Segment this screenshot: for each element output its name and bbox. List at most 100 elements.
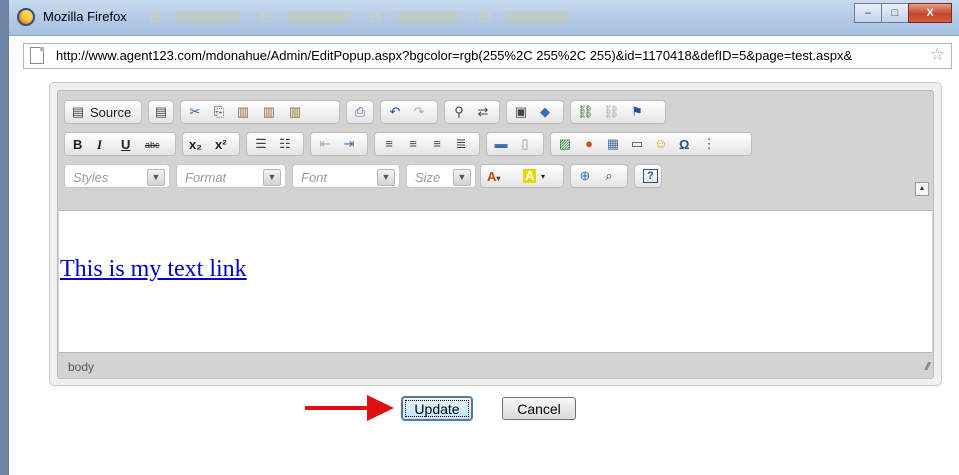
page-break-icon[interactable]: ▯	[517, 136, 533, 152]
text-color-button[interactable]: A▾	[487, 169, 500, 184]
undo-icon[interactable]: ↶	[387, 104, 403, 120]
copy-icon[interactable]: ⎘	[211, 104, 227, 120]
underline-button[interactable]: U	[121, 137, 130, 152]
indent-icon[interactable]: ⇥	[341, 136, 357, 152]
unlink-icon[interactable]: ⛓	[603, 104, 620, 120]
maximize-button[interactable]: □	[881, 3, 909, 23]
title-bar[interactable]: Mozilla Firefox – □ X	[9, 0, 959, 36]
find-icon[interactable]: ⚲	[451, 104, 467, 120]
clipboard-group: ✂ ⎘ ▥ ▥ ▥	[180, 100, 340, 124]
source-group: ▤ Source	[64, 100, 142, 124]
script-group: x₂ x²	[182, 132, 240, 156]
editor-frame: ▤ Source ▤ ✂ ⎘ ▥ ▥ ▥ ⎙ ↶ ↷ ⚲ ⇄ ▣ ◆ ⛓ ⛓ ⚑…	[49, 82, 942, 386]
font-combo[interactable]: Font ▼	[292, 164, 400, 188]
subscript-button[interactable]: x₂	[189, 137, 202, 152]
numbered-list-icon[interactable]: ☰	[253, 136, 269, 152]
outdent-icon[interactable]: ⇤	[317, 136, 333, 152]
window-title: Mozilla Firefox	[43, 9, 127, 24]
page-content: ▤ Source ▤ ✂ ⎘ ▥ ▥ ▥ ⎙ ↶ ↷ ⚲ ⇄ ▣ ◆ ⛓ ⛓ ⚑…	[9, 72, 959, 475]
resize-grip-icon[interactable]: ///	[925, 361, 930, 373]
minimize-button[interactable]: –	[854, 3, 882, 23]
help-button[interactable]: ?	[643, 169, 658, 183]
paste-text-icon[interactable]: ▥	[261, 104, 277, 120]
align-right-icon[interactable]: ≡	[429, 136, 445, 152]
browser-window: Mozilla Firefox – □ X http://www.agent12…	[8, 0, 959, 475]
bulleted-list-icon[interactable]: ☷	[277, 136, 293, 152]
paste-word-icon[interactable]: ▥	[287, 104, 303, 120]
table-icon[interactable]: ▦	[605, 136, 621, 152]
strike-button[interactable]: abc	[145, 140, 160, 150]
background-tabs-ghost	[149, 11, 569, 23]
anchor-flag-icon[interactable]: ⚑	[629, 104, 645, 120]
align-left-icon[interactable]: ≡	[381, 136, 397, 152]
page-break-insert-icon[interactable]: ⋮	[701, 136, 717, 152]
print-icon[interactable]: ⎙	[352, 104, 368, 120]
help-group: ?	[634, 164, 662, 188]
link-group: ⛓ ⛓ ⚑	[570, 100, 666, 124]
paste-icon[interactable]: ▥	[235, 104, 251, 120]
italic-button[interactable]: I	[97, 137, 102, 153]
select-all-icon[interactable]: ▣	[513, 104, 529, 120]
replace-icon[interactable]: ⇄	[475, 104, 491, 120]
indent-group: ⇤ ⇥	[310, 132, 368, 156]
show-blocks-icon[interactable]: ⌕	[601, 168, 617, 184]
block-group: ▬ ▯	[486, 132, 544, 156]
toolbar-row-3: Styles ▼ Format ▼ Font ▼ Size ▼ A▾ A ▾ ⊕…	[64, 164, 924, 188]
format-combo-label: Format	[185, 170, 227, 185]
basic-styles-group: B I U abc	[64, 132, 176, 156]
image-icon[interactable]: ▨	[557, 136, 573, 152]
align-group: ≡ ≡ ≡ ≣	[374, 132, 480, 156]
firefox-logo-icon	[17, 8, 35, 26]
align-justify-icon[interactable]: ≣	[453, 136, 469, 152]
source-doc-icon: ▤	[71, 104, 85, 119]
bg-color-arrow-icon[interactable]: ▾	[541, 172, 545, 181]
toolbar-row-1: ▤ Source ▤ ✂ ⎘ ▥ ▥ ▥ ⎙ ↶ ↷ ⚲ ⇄ ▣ ◆ ⛓ ⛓ ⚑	[64, 100, 924, 124]
special-char-button[interactable]: Ω	[679, 137, 689, 152]
element-path[interactable]: body	[68, 360, 94, 374]
bookmark-star-icon[interactable]: ☆	[930, 45, 945, 65]
editor-content-area[interactable]: This is my text link	[59, 210, 932, 353]
close-button[interactable]: X	[908, 3, 952, 23]
maximize-icon[interactable]: ⊕	[577, 168, 593, 184]
chevron-down-icon[interactable]: ▼	[453, 169, 471, 186]
link-icon[interactable]: ⛓	[577, 104, 594, 120]
bold-button[interactable]: B	[73, 137, 82, 152]
cancel-button[interactable]: Cancel	[502, 397, 576, 420]
smiley-icon[interactable]: ☺	[653, 136, 669, 152]
address-bar[interactable]: http://www.agent123.com/mdonahue/Admin/E…	[23, 43, 952, 69]
insert-group: ▨ ● ▦ ▭ ☺ Ω ⋮	[550, 132, 752, 156]
styles-combo[interactable]: Styles ▼	[64, 164, 170, 188]
select-group: ▣ ◆	[506, 100, 564, 124]
size-combo[interactable]: Size ▼	[406, 164, 476, 188]
hr-line-icon[interactable]: ▭	[629, 136, 645, 152]
url-text[interactable]: http://www.agent123.com/mdonahue/Admin/E…	[56, 48, 921, 63]
color-group: A▾ A ▾	[480, 164, 564, 188]
redo-icon[interactable]: ↷	[411, 104, 427, 120]
toolbar-row-2: B I U abc x₂ x² ☰ ☷ ⇤ ⇥ ≡ ≡ ≡ ≣ ▬ ▯ ▨ ● …	[64, 132, 924, 156]
remove-format-icon[interactable]: ◆	[537, 104, 553, 120]
caption-buttons: – □ X	[854, 3, 952, 23]
chevron-down-icon[interactable]: ▼	[263, 169, 281, 186]
collapse-toolbar-icon[interactable]: ▲	[915, 182, 929, 196]
templates-icon[interactable]: ▤	[153, 104, 169, 120]
bg-color-button[interactable]: A	[523, 169, 537, 183]
styles-combo-label: Styles	[73, 170, 109, 185]
format-combo[interactable]: Format ▼	[176, 164, 286, 188]
find-group: ⚲ ⇄	[444, 100, 500, 124]
chevron-down-icon[interactable]: ▼	[377, 169, 395, 186]
chevron-down-icon[interactable]: ▼	[147, 169, 165, 186]
font-combo-label: Font	[301, 170, 328, 185]
page-icon	[30, 47, 44, 64]
horizontal-rule-icon[interactable]: ▬	[493, 136, 509, 152]
content-text-link[interactable]: This is my text link	[60, 256, 247, 283]
templates-group: ▤	[148, 100, 174, 124]
update-button[interactable]: Update	[402, 397, 472, 420]
align-center-icon[interactable]: ≡	[405, 136, 421, 152]
red-arrow-annotation-icon	[305, 395, 394, 421]
source-button[interactable]: Source	[90, 105, 131, 120]
cut-icon[interactable]: ✂	[187, 104, 203, 120]
print-group: ⎙	[346, 100, 374, 124]
superscript-button[interactable]: x²	[215, 137, 227, 152]
list-group: ☰ ☷	[246, 132, 304, 156]
flash-icon[interactable]: ●	[581, 136, 597, 152]
